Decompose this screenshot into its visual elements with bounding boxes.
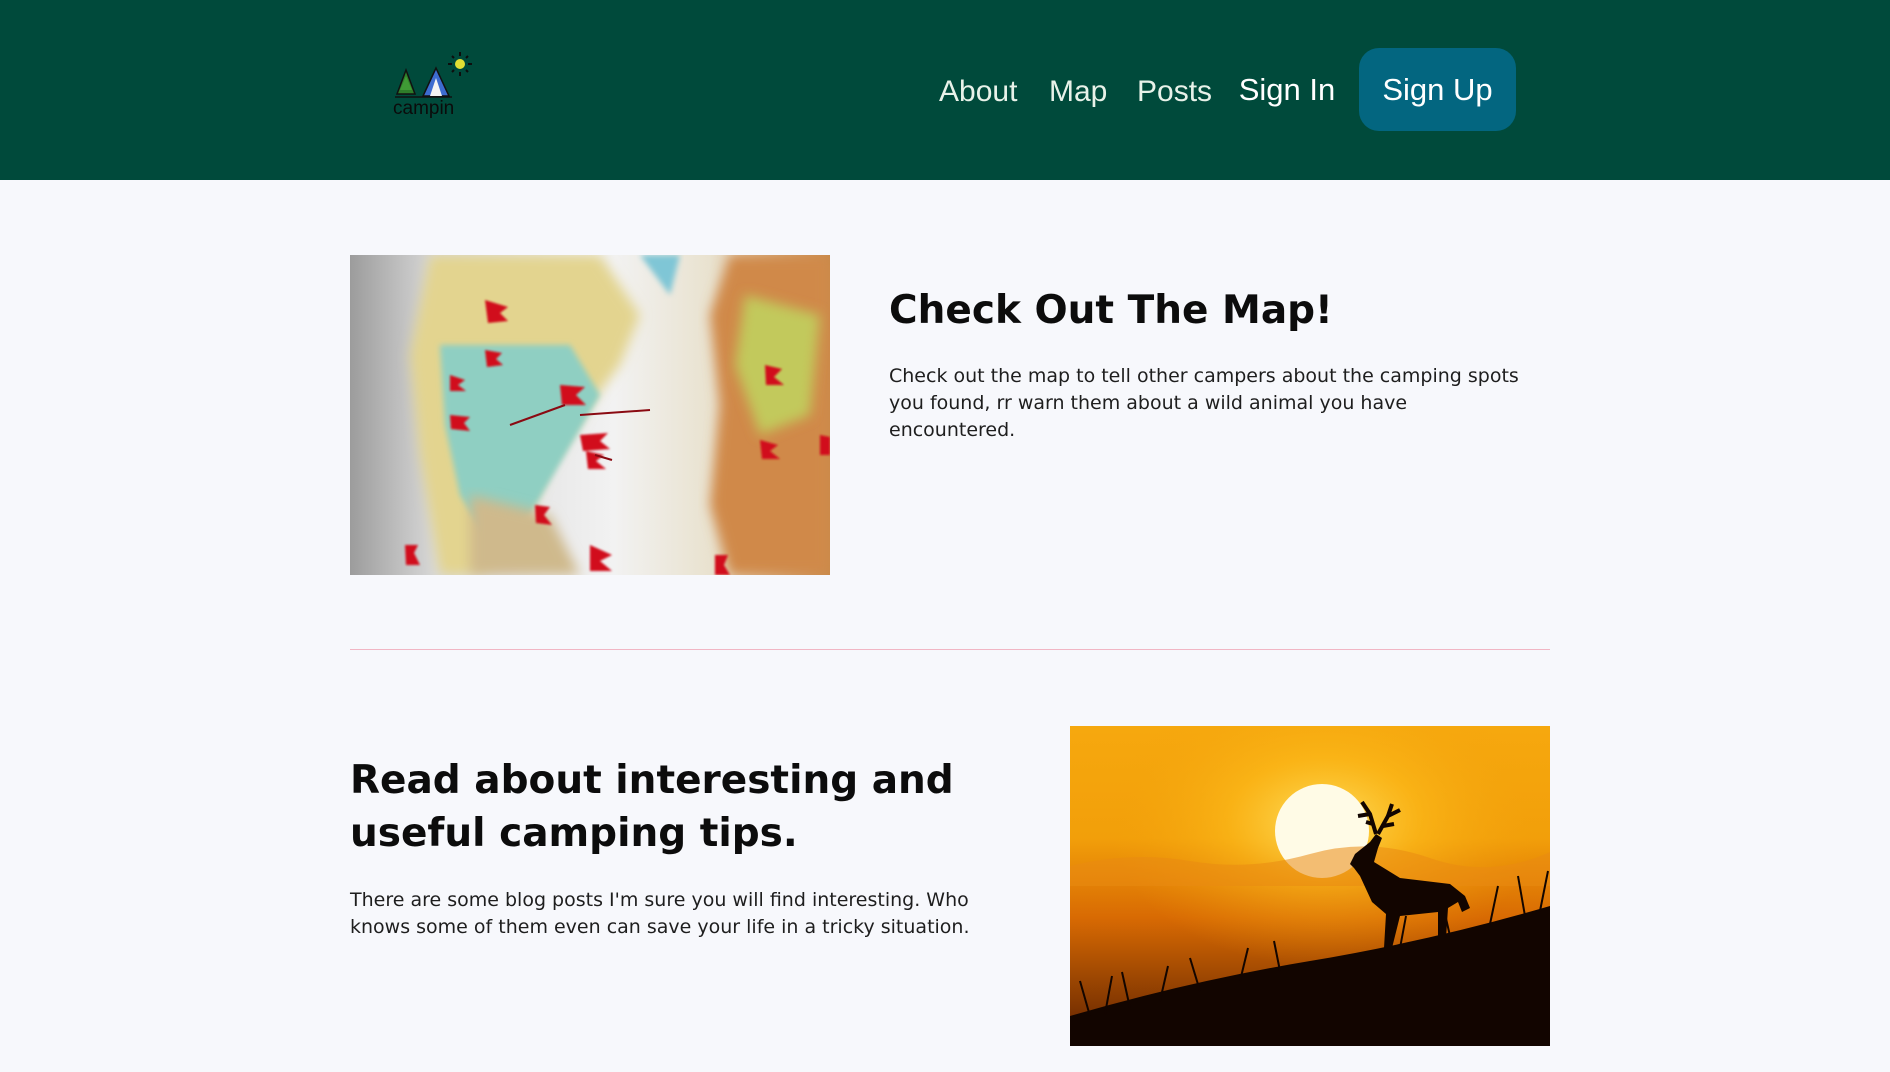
posts-section-text: There are some blog posts I'm sure you w… bbox=[350, 889, 970, 938]
posts-section-title: Read about interesting and useful campin… bbox=[350, 758, 954, 856]
nav-link-map[interactable]: Map bbox=[1049, 74, 1107, 110]
section-divider bbox=[350, 649, 1550, 650]
deer-sunset-image bbox=[1070, 726, 1550, 1046]
map-section-title: Check Out The Map! bbox=[889, 288, 1333, 333]
sign-in-button[interactable]: Sign In bbox=[1226, 48, 1348, 132]
tent-trees-sun-icon bbox=[395, 52, 472, 98]
logo-text: campin bbox=[393, 98, 455, 119]
campin-logo[interactable]: campin bbox=[390, 50, 480, 126]
nav-link-about[interactable]: About bbox=[939, 74, 1017, 110]
navbar: campin About Map Posts Sign In Sign Up bbox=[0, 0, 1890, 180]
sign-up-button[interactable]: Sign Up bbox=[1359, 48, 1516, 131]
map-with-pins-image bbox=[350, 255, 830, 575]
nav-link-posts[interactable]: Posts bbox=[1137, 74, 1212, 110]
map-section-text: Check out the map to tell other campers … bbox=[889, 365, 1519, 441]
